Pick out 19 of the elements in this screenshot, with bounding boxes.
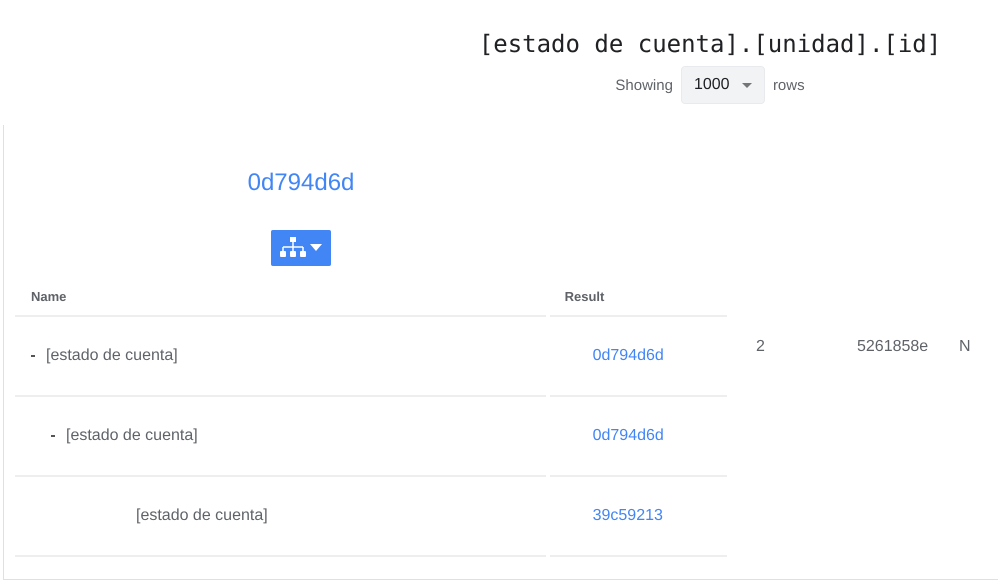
hierarchy-dropdown-button[interactable] <box>271 230 331 266</box>
showing-label: Showing <box>615 76 673 94</box>
tree-node-label: [estado de cuenta] <box>66 427 198 445</box>
tree-node-label: [estado de cuenta] <box>46 347 178 365</box>
page-title: [estado de cuenta].[unidad].[id] <box>478 29 942 60</box>
table-cell: 2 <box>756 338 765 356</box>
rows-label: rows <box>772 76 805 94</box>
hierarchy-icon <box>278 236 324 260</box>
column-header: Name <box>15 277 546 317</box>
result-link[interactable]: 0d794d6d <box>592 427 664 444</box>
rows-dropdown[interactable]: 1000 <box>680 66 765 104</box>
table-cell: 5261858e <box>857 338 928 356</box>
caret-icon <box>742 82 752 88</box>
result-link[interactable]: 0d794d6d <box>592 347 664 364</box>
result-link[interactable]: 39c59213 <box>592 507 663 524</box>
column-header: Result <box>550 277 727 317</box>
result-link[interactable]: 0d794d6d <box>248 168 354 198</box>
table-cell: N <box>959 338 971 356</box>
tree-node-label: [estado de cuenta] <box>136 507 268 525</box>
